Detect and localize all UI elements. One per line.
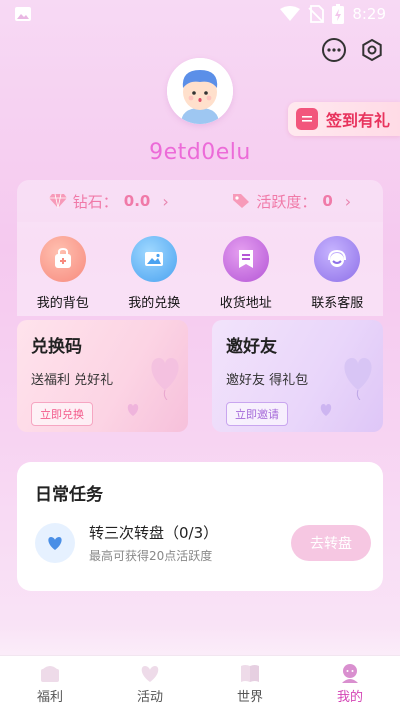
heart-balloon-icon xyxy=(151,358,179,400)
top-actions xyxy=(322,38,384,62)
activity-value: 0 xyxy=(322,192,333,210)
heart-hands-icon xyxy=(141,665,159,682)
chat-bubble-icon xyxy=(327,48,341,52)
nav-label: 我的 xyxy=(336,689,363,705)
feature-address[interactable]: 收货地址 xyxy=(206,236,286,311)
feature-label: 联系客服 xyxy=(311,296,364,311)
gift-box-icon xyxy=(41,665,59,682)
bottom-nav: 福利 活动 世界 我的 xyxy=(0,655,400,711)
gear-icon xyxy=(362,38,382,62)
chevron-right-icon: › xyxy=(162,191,169,211)
nav-label: 世界 xyxy=(236,689,263,705)
book-icon xyxy=(241,664,259,682)
feature-backpack[interactable]: 我的背包 xyxy=(23,236,103,311)
task-name: 转三次转盘（0/3） xyxy=(89,524,219,542)
boy-avatar-icon xyxy=(167,58,233,124)
settings-button[interactable] xyxy=(360,38,384,62)
profile-icon xyxy=(342,663,358,683)
feature-grid: 我的背包 我的兑换 收货地址 联系客服 xyxy=(17,222,383,316)
address-icon xyxy=(222,236,269,282)
calendar-icon xyxy=(296,108,318,130)
battery-icon xyxy=(332,4,345,24)
diamond-value: 0.0 xyxy=(123,192,151,210)
activity-label: 活跃度： xyxy=(256,192,317,211)
sign-in-label: 签到有礼 xyxy=(326,111,391,130)
feature-service[interactable]: 联系客服 xyxy=(297,236,377,311)
task-description: 最高可获得20点活跃度 xyxy=(89,549,213,563)
small-heart-icon xyxy=(320,404,332,416)
tab-mine[interactable]: 我的 xyxy=(300,656,400,711)
daily-tasks-card: 日常任务 转三次转盘（0/3） 最高可获得20点活跃度 去转盘 xyxy=(17,462,383,591)
invite-friends-card[interactable]: 邀好友 邀好友 得礼包 立即邀请 xyxy=(212,320,383,432)
message-button[interactable] xyxy=(322,38,346,62)
feature-label: 我的背包 xyxy=(36,296,89,311)
small-heart-icon xyxy=(127,404,139,416)
status-bar: 8:29 xyxy=(0,0,400,28)
heart-balloon-icon xyxy=(344,358,372,400)
go-spin-button[interactable]: 去转盘 xyxy=(291,525,371,561)
username: 9etd0elu xyxy=(149,140,251,165)
stats-card: 钻石： 0.0 › 活跃度： 0 › xyxy=(17,180,383,222)
tab-welfare[interactable]: 福利 xyxy=(0,656,100,711)
heart-icon xyxy=(35,523,75,563)
diamond-stat[interactable]: 钻石： 0.0 › xyxy=(48,191,169,212)
feature-exchange[interactable]: 我的兑换 xyxy=(114,236,194,311)
image-icon xyxy=(131,236,178,282)
gallery-notification-icon xyxy=(15,7,31,21)
task-row: 转三次转盘（0/3） 最高可获得20点活跃度 去转盘 xyxy=(35,522,371,564)
activity-stat[interactable]: 活跃度： 0 › xyxy=(232,191,351,212)
tab-world[interactable]: 世界 xyxy=(200,656,300,711)
backpack-icon xyxy=(39,236,86,282)
sign-in-button[interactable]: 签到有礼 xyxy=(288,102,400,136)
wifi-icon xyxy=(280,6,301,21)
no-sim-icon xyxy=(308,5,325,23)
redeem-now-button[interactable]: 立即兑换 xyxy=(31,402,93,426)
tag-icon xyxy=(233,194,250,208)
nav-label: 活动 xyxy=(136,689,163,705)
feature-label: 我的兑换 xyxy=(128,296,181,311)
daily-title: 日常任务 xyxy=(35,485,103,505)
nav-label: 福利 xyxy=(36,689,63,705)
status-time: 8:29 xyxy=(352,5,386,23)
redeem-code-card[interactable]: 兑换码 送福利 兑好礼 立即兑换 xyxy=(17,320,188,432)
diamond-label: 钻石： xyxy=(72,192,118,211)
headset-icon xyxy=(314,236,361,282)
chevron-right-icon: › xyxy=(344,191,352,211)
avatar[interactable] xyxy=(167,58,233,124)
invite-now-button[interactable]: 立即邀请 xyxy=(226,402,288,426)
feature-label: 收货地址 xyxy=(219,296,272,311)
tab-activity[interactable]: 活动 xyxy=(100,656,200,711)
diamond-icon xyxy=(48,193,67,209)
